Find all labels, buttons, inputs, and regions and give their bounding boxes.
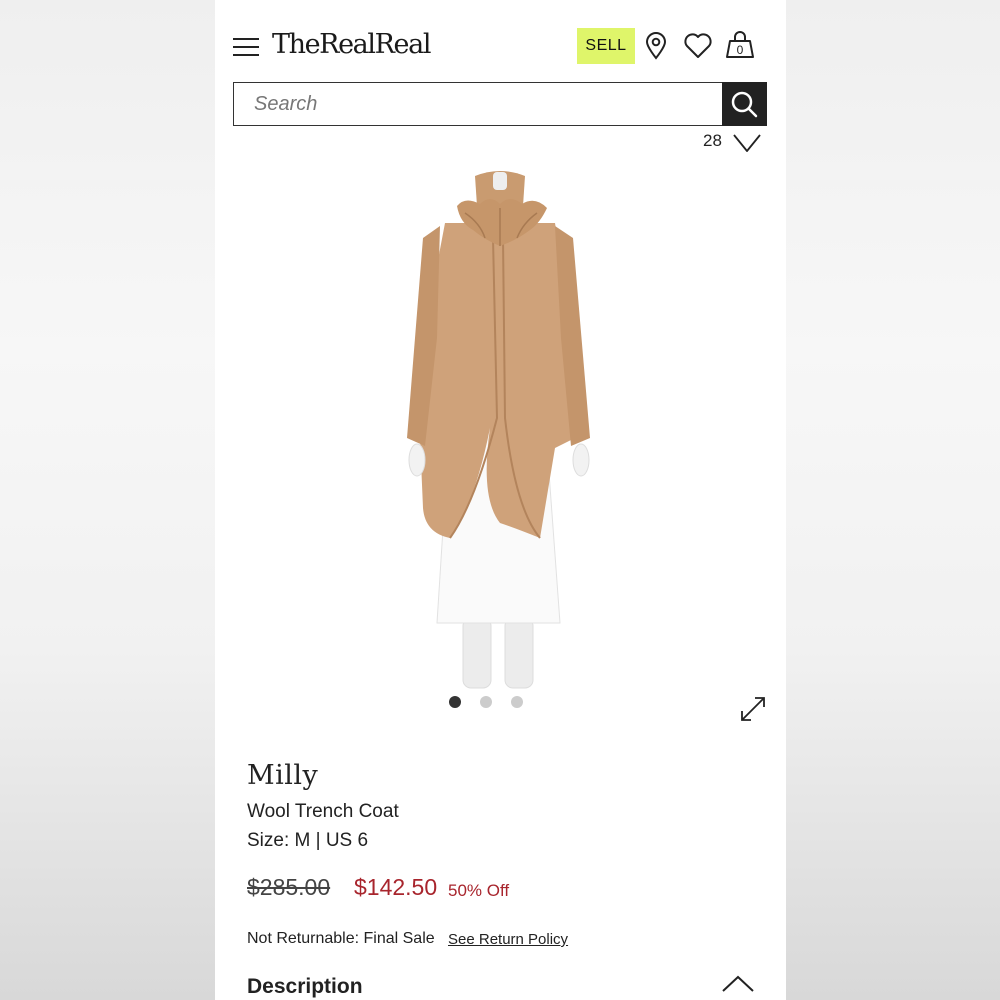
sell-button[interactable]: SELL [577, 28, 635, 64]
cart-count: 0 [737, 43, 744, 57]
search-input[interactable] [233, 82, 722, 126]
background-blur-right [786, 0, 1000, 1000]
site-logo[interactable]: TheRealReal [272, 29, 431, 60]
description-heading[interactable]: Description [247, 975, 363, 999]
app-screen: TheRealReal SELL 0 28 [215, 0, 786, 1000]
product-brand[interactable]: Milly [247, 760, 318, 791]
favorite-count: 28 [703, 131, 722, 150]
heart-icon[interactable] [683, 32, 713, 64]
menu-icon[interactable] [233, 36, 259, 58]
product-image[interactable] [405, 168, 595, 693]
search-icon [731, 91, 758, 118]
product-name: Wool Trench Coat [247, 801, 399, 822]
discount-badge: 50% Off [448, 881, 510, 900]
background-blur-left [0, 0, 215, 1000]
gallery-dot[interactable] [449, 696, 461, 708]
chevron-up-icon[interactable] [721, 974, 755, 999]
see-return-policy-link[interactable]: See Return Policy [448, 931, 568, 948]
return-policy-text: Not Returnable: Final Sale [247, 930, 435, 947]
gallery-dot[interactable] [511, 696, 523, 708]
gallery-dot[interactable] [480, 696, 492, 708]
sale-price: $142.50 [354, 874, 438, 900]
location-pin-icon[interactable] [645, 32, 667, 65]
original-price: $285.00 [247, 874, 331, 900]
expand-icon[interactable] [739, 695, 767, 728]
favorite-heart-icon[interactable] [732, 132, 762, 159]
shopping-bag-icon[interactable]: 0 [724, 30, 756, 65]
search-button[interactable] [722, 82, 767, 126]
product-size: Size: M | US 6 [247, 830, 369, 851]
